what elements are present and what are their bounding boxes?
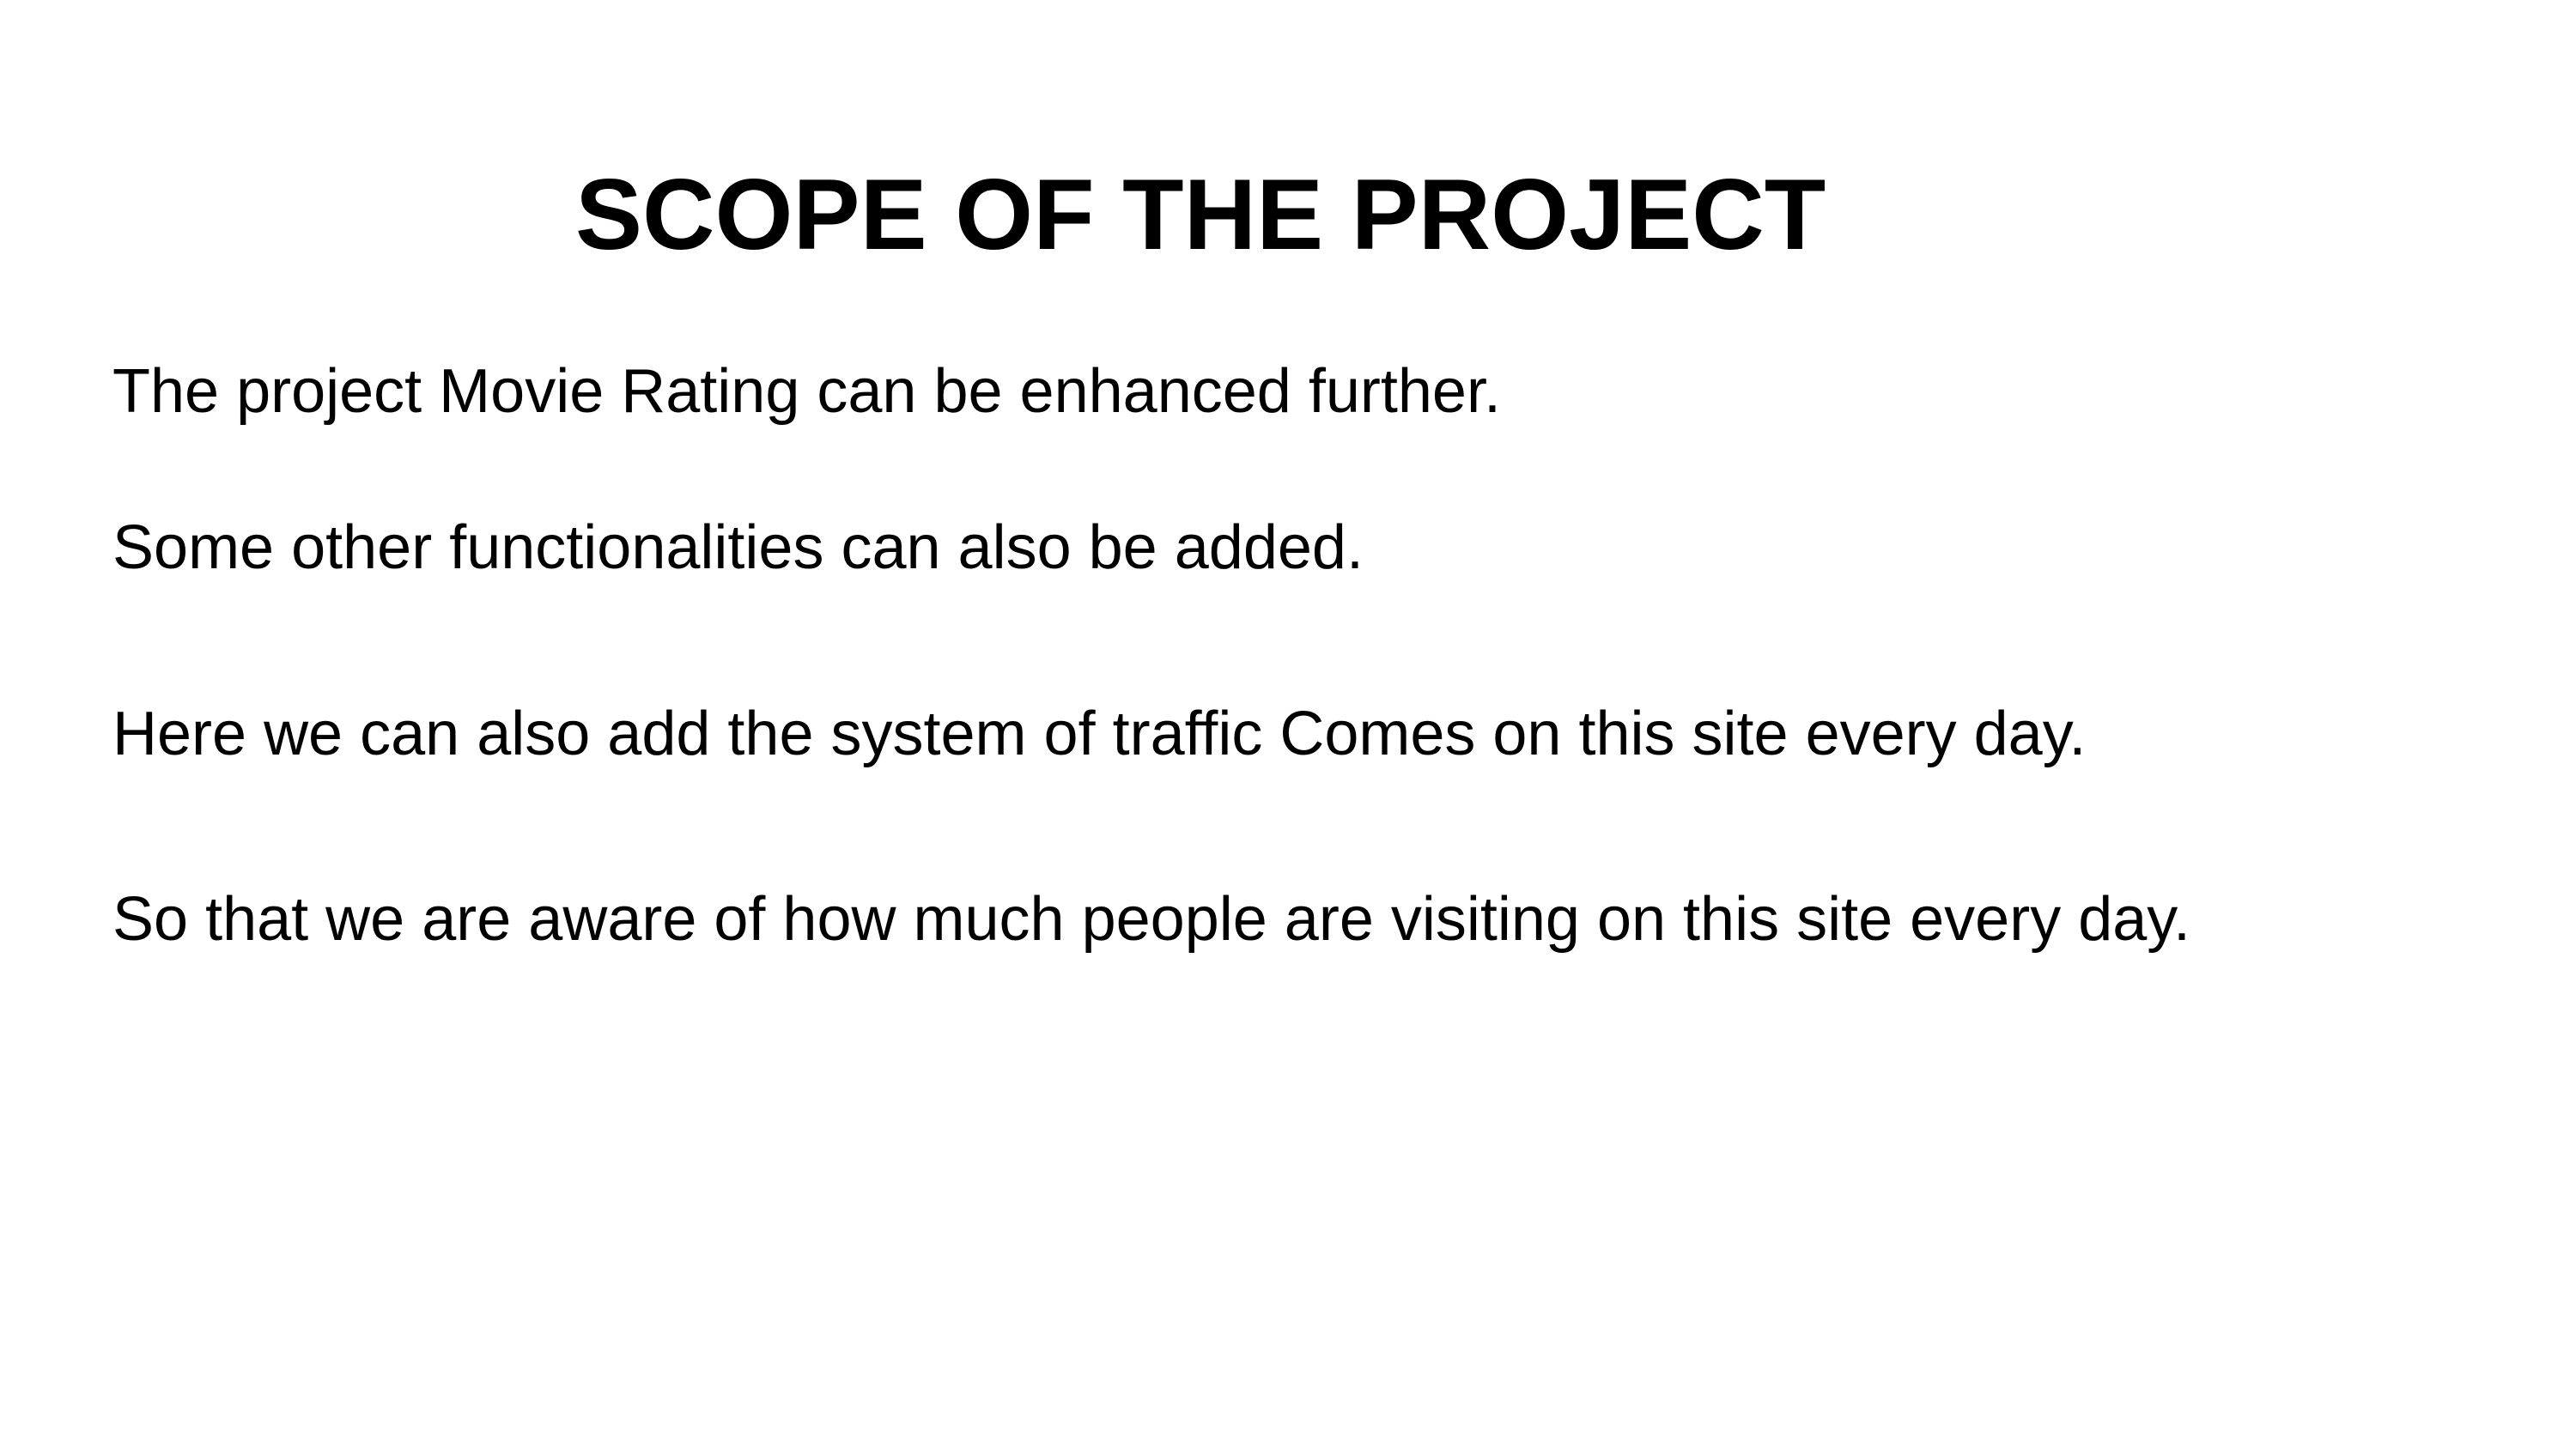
body-line-1: The project Movie Rating can be enhanced… [112, 357, 1501, 426]
slide: SCOPE OF THE PROJECT The project Movie R… [0, 0, 2576, 1449]
slide-title: SCOPE OF THE PROJECT [575, 158, 1826, 270]
body-line-3: Here we can also add the system of traff… [112, 700, 2087, 768]
body-line-4: So that we are aware of how much people … [112, 885, 2190, 954]
body-line-2: Some other functionalities can also be a… [112, 513, 1364, 582]
